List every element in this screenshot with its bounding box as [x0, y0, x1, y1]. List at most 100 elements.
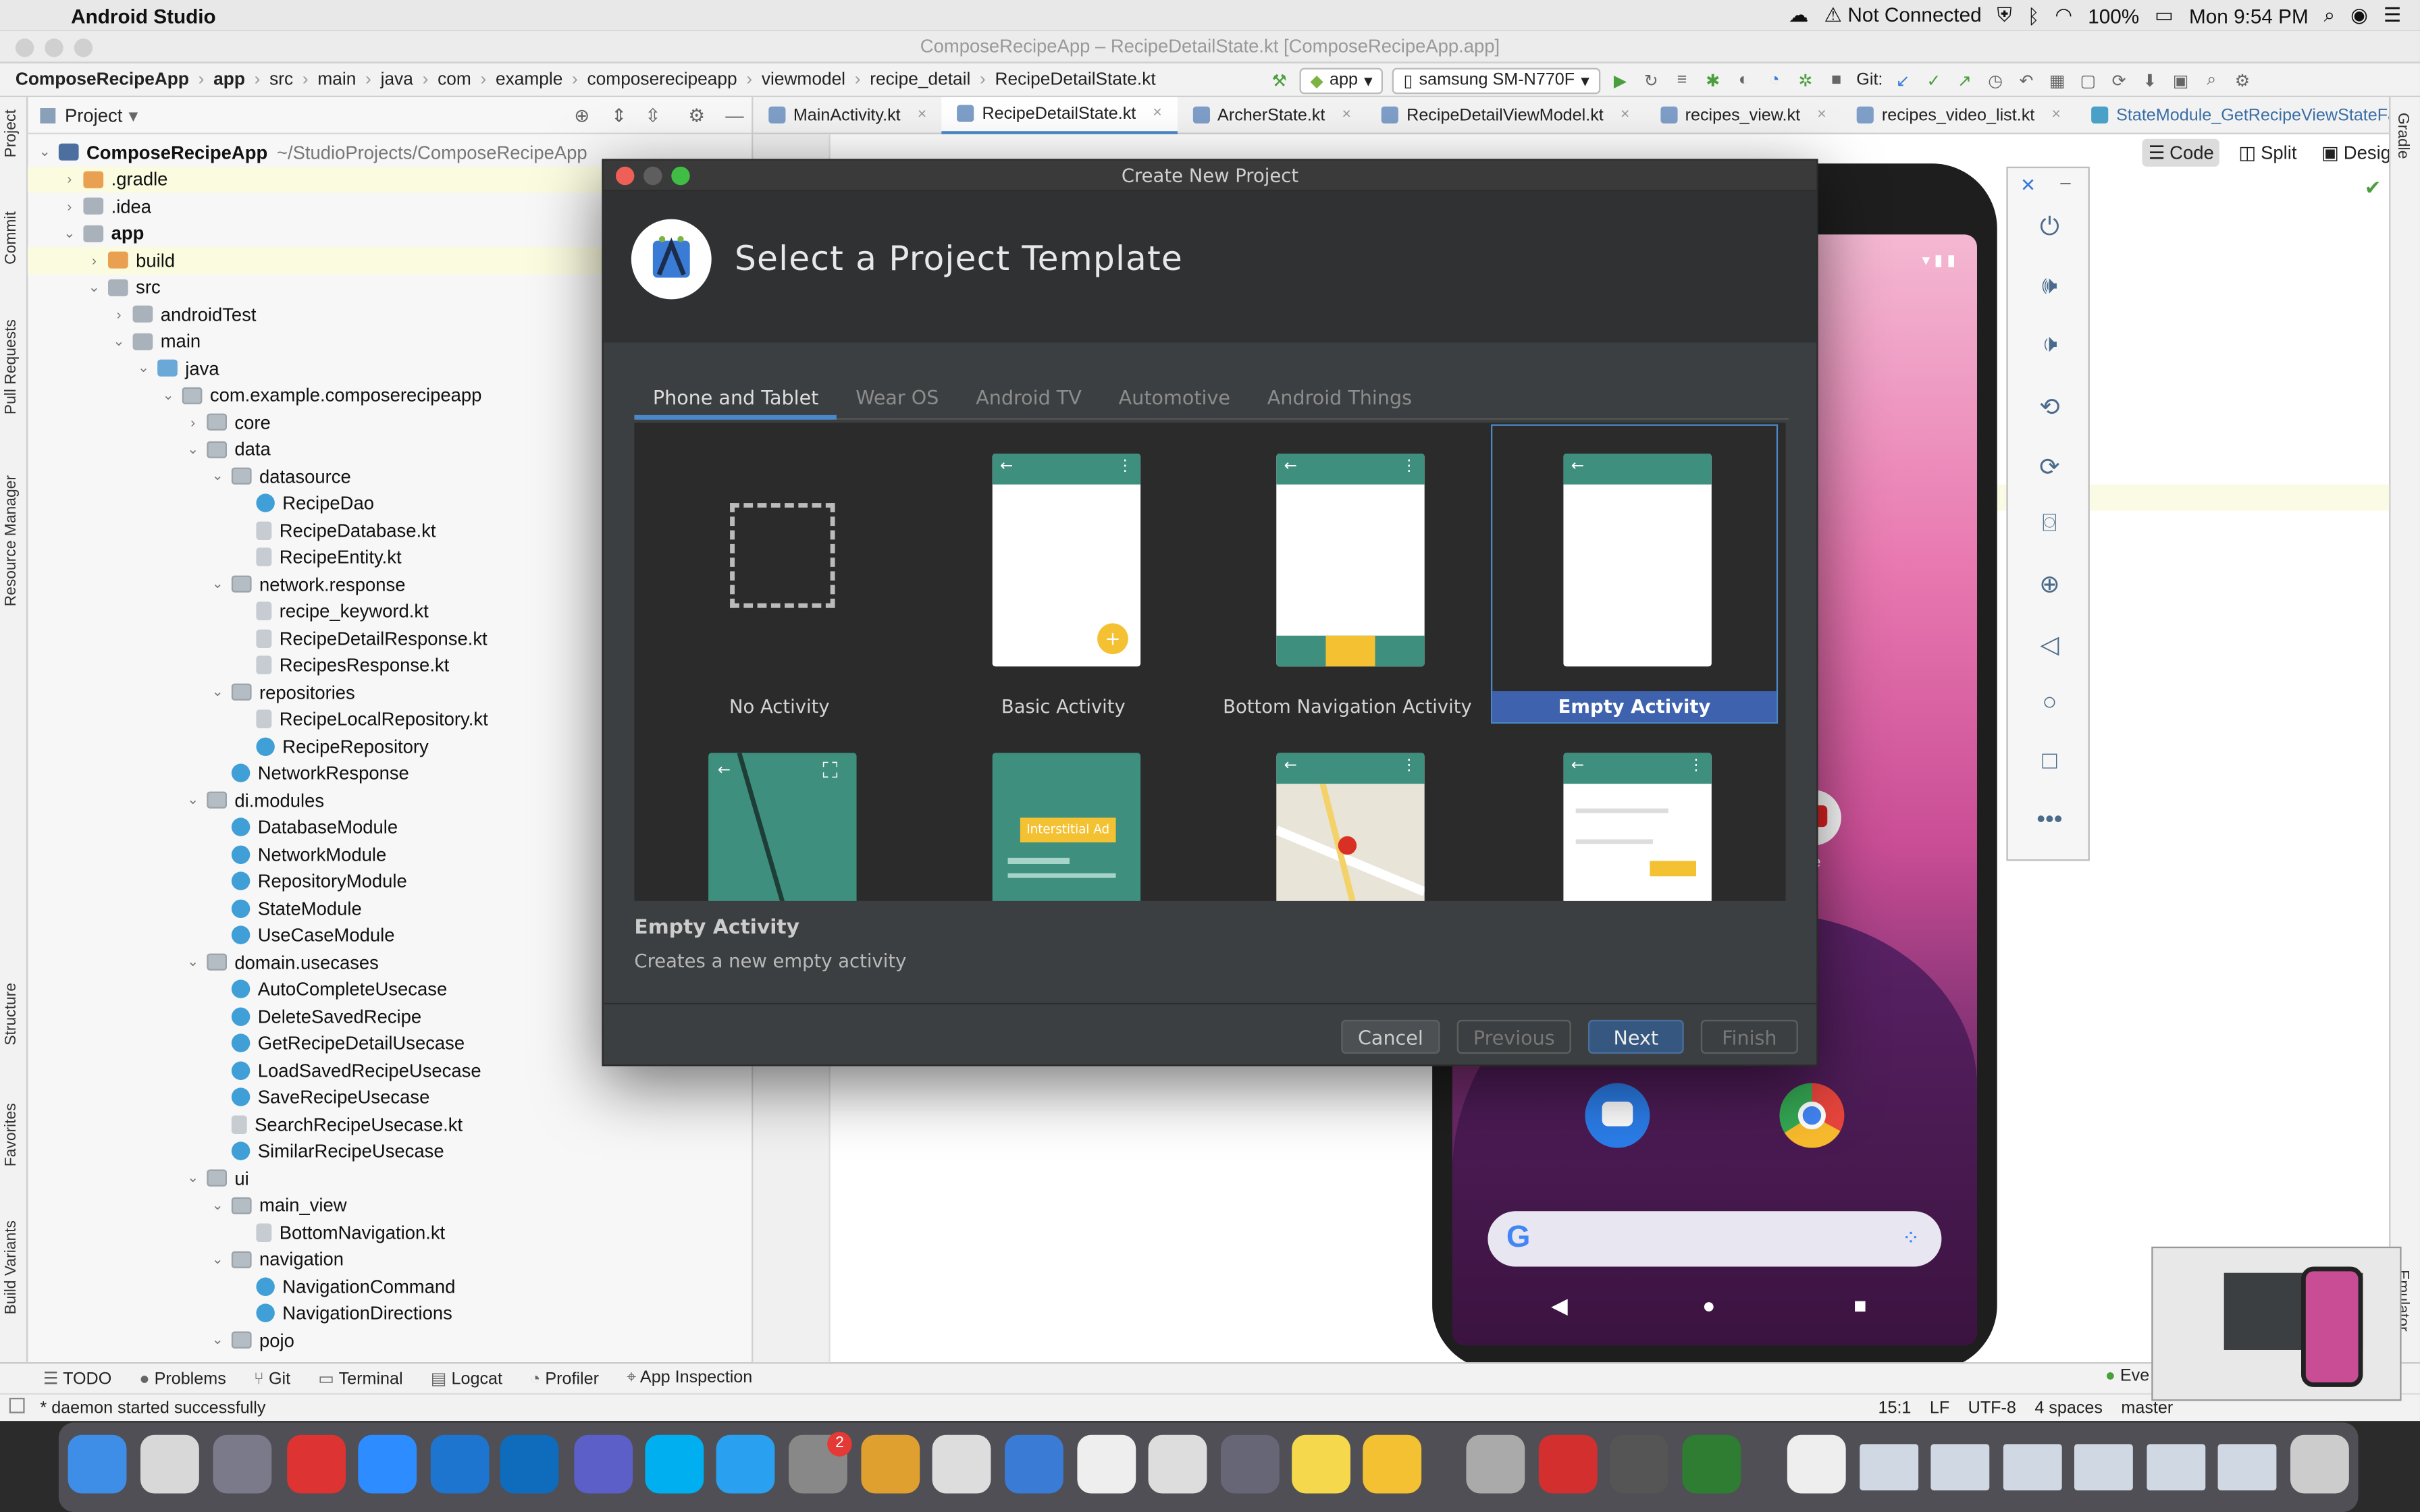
home-nav-icon[interactable]: ●: [1702, 1293, 1715, 1318]
next-button[interactable]: Next: [1587, 1019, 1684, 1054]
tab-wear-os[interactable]: Wear OS: [837, 377, 957, 420]
git-history-icon[interactable]: ◷: [1984, 70, 2006, 91]
project-view-select[interactable]: Project: [65, 104, 122, 126]
breadcrumb-item[interactable]: src: [269, 70, 293, 88]
tree-item[interactable]: ⌄ pojo: [28, 1327, 752, 1354]
expand-arrow-icon[interactable]: ⌄: [185, 441, 201, 458]
zoom-icon[interactable]: ⊕: [2008, 569, 2091, 600]
back-nav-icon[interactable]: ◀: [1551, 1293, 1568, 1319]
expand-arrow-icon[interactable]: ⌄: [210, 684, 226, 701]
expand-arrow-icon[interactable]: ⌄: [37, 144, 53, 161]
back-icon[interactable]: ◁: [2008, 630, 2091, 661]
acrobat-icon[interactable]: [1538, 1434, 1598, 1494]
spotlight-icon[interactable]: ⌕: [2324, 3, 2336, 28]
expand-arrow-icon[interactable]: ⌄: [161, 387, 176, 404]
breadcrumb-item[interactable]: java: [381, 70, 413, 88]
template-bottom-navigation-activity[interactable]: ← ⋮ Bottom Navigation Activity: [1205, 426, 1490, 722]
expand-arrow-icon[interactable]: ⌄: [86, 279, 102, 296]
template-interstitial-ad[interactable]: Interstitial Ad: [922, 725, 1206, 901]
dialog-zoom-button[interactable]: [671, 166, 690, 186]
breadcrumb-item[interactable]: com: [438, 70, 471, 88]
home-icon[interactable]: ○: [2008, 690, 2091, 718]
tool-tab-pull-requests[interactable]: Pull Requests: [3, 319, 20, 414]
expand-arrow-icon[interactable]: ⌄: [210, 1197, 226, 1214]
safari-icon[interactable]: [716, 1434, 775, 1494]
breadcrumb-item[interactable]: app: [213, 70, 245, 88]
tree-item[interactable]: ⌄ navigation: [28, 1246, 752, 1273]
disk-utility-icon[interactable]: [1220, 1434, 1280, 1494]
skype-icon[interactable]: [645, 1434, 704, 1494]
tree-item[interactable]: SearchRecipeUsecase.kt: [28, 1111, 752, 1138]
siri-icon[interactable]: ◉: [2350, 3, 2368, 28]
minimize-window-button[interactable]: [45, 38, 63, 57]
tool-tab-favorites[interactable]: Favorites: [3, 1103, 20, 1166]
event-log-button[interactable]: ● Eve: [2105, 1367, 2150, 1385]
control-center-icon[interactable]: ☰: [2384, 3, 2402, 28]
previous-button[interactable]: Previous: [1456, 1019, 1571, 1054]
close-icon[interactable]: ✕: [2020, 174, 2036, 196]
tab-automotive[interactable]: Automotive: [1100, 377, 1248, 420]
profile-icon[interactable]: ◔: [1764, 70, 1785, 91]
network-status[interactable]: ⚠ Not Connected: [1824, 3, 1981, 28]
tool-tab-gradle[interactable]: Gradle: [2394, 113, 2411, 159]
camera-icon[interactable]: ⌼: [2008, 511, 2091, 539]
photos-icon[interactable]: [1466, 1434, 1525, 1494]
template-basic-activity[interactable]: ← ⋮ + Basic Activity: [922, 426, 1206, 722]
expand-arrow-icon[interactable]: ⌄: [185, 792, 201, 809]
tool-tab-structure[interactable]: Structure: [3, 983, 20, 1046]
close-tab-icon[interactable]: ×: [1153, 105, 1161, 122]
coverage-icon[interactable]: ◐: [1733, 70, 1754, 91]
tool-tab-build-variants[interactable]: Build Variants: [3, 1220, 20, 1314]
assistant-icon[interactable]: ⁘: [1902, 1225, 1920, 1251]
tree-item[interactable]: SimilarRecipeUsecase: [28, 1138, 752, 1165]
bottom-tool-profiler[interactable]: ◔ Profiler: [530, 1370, 599, 1388]
notes-icon[interactable]: [1292, 1434, 1350, 1494]
hide-panel-icon[interactable]: —: [725, 104, 743, 126]
overview-nav-icon[interactable]: ■: [1853, 1293, 1866, 1318]
git-push-icon[interactable]: ↗: [1954, 70, 1976, 91]
toggle-toolwindows-icon[interactable]: [9, 1397, 25, 1413]
collapse-all-icon[interactable]: ⇳: [645, 104, 660, 126]
rotate-right-icon[interactable]: ⟳: [2008, 452, 2091, 483]
expand-arrow-icon[interactable]: ›: [86, 252, 102, 268]
documents-icon[interactable]: [1787, 1434, 1846, 1494]
android-studio-icon[interactable]: [1004, 1434, 1063, 1494]
editor-tab[interactable]: RecipeDetailViewModel.kt ×: [1367, 97, 1645, 134]
window-thumb-icon[interactable]: [2003, 1444, 2062, 1490]
tool-tab-commit[interactable]: Commit: [3, 211, 20, 265]
textedit-icon[interactable]: [1077, 1434, 1136, 1494]
cancel-button[interactable]: Cancel: [1341, 1019, 1440, 1054]
editor-tab[interactable]: StateModule_GetRecipeViewStateFactory.ja…: [2076, 97, 2420, 134]
locate-icon[interactable]: ⊕: [574, 104, 589, 126]
git-update-icon[interactable]: ↙: [1892, 70, 1914, 91]
shield-icon[interactable]: ⛨: [1997, 3, 2012, 28]
security-app-icon[interactable]: [287, 1434, 346, 1494]
breadcrumb-item[interactable]: composerecipeapp: [587, 70, 737, 88]
editor-tab[interactable]: ArcherState.kt ×: [1178, 97, 1367, 134]
chrome-icon[interactable]: [932, 1434, 991, 1494]
wifi-icon[interactable]: ◠: [2055, 3, 2072, 28]
breadcrumb-item[interactable]: main: [317, 70, 356, 88]
chevron-down-icon[interactable]: ▾: [129, 104, 138, 126]
trash-icon[interactable]: [2290, 1434, 2349, 1494]
tree-item[interactable]: NavigationCommand: [28, 1273, 752, 1300]
template-login-activity[interactable]: ← ⋮: [1492, 725, 1777, 901]
rotate-left-icon[interactable]: ⟲: [2008, 392, 2091, 423]
window-thumb-icon[interactable]: [1860, 1444, 1919, 1490]
close-tab-icon[interactable]: ×: [1342, 107, 1351, 124]
expand-arrow-icon[interactable]: ⌄: [210, 1251, 226, 1268]
breadcrumb-item[interactable]: viewmodel: [762, 70, 845, 88]
close-tab-icon[interactable]: ×: [1621, 107, 1629, 124]
screenshot-thumbnail[interactable]: [2151, 1246, 2402, 1401]
chrome-app-icon[interactable]: [1779, 1083, 1845, 1148]
git-branch[interactable]: master: [2121, 1399, 2173, 1418]
bottom-tool-app-inspection[interactable]: ⌖ App Inspection: [627, 1368, 752, 1388]
tree-item[interactable]: BottomNavigation.kt: [28, 1219, 752, 1246]
build-hammer-icon[interactable]: ⚒: [1269, 70, 1290, 91]
app-menu-name[interactable]: Android Studio: [71, 4, 216, 27]
battery-status[interactable]: 100%: [2088, 4, 2139, 27]
overview-icon[interactable]: □: [2008, 749, 2091, 776]
code-view-button[interactable]: ☰ Code: [2142, 138, 2220, 167]
close-window-button[interactable]: [15, 38, 34, 57]
tree-item[interactable]: SaveRecipeUsecase: [28, 1084, 752, 1111]
